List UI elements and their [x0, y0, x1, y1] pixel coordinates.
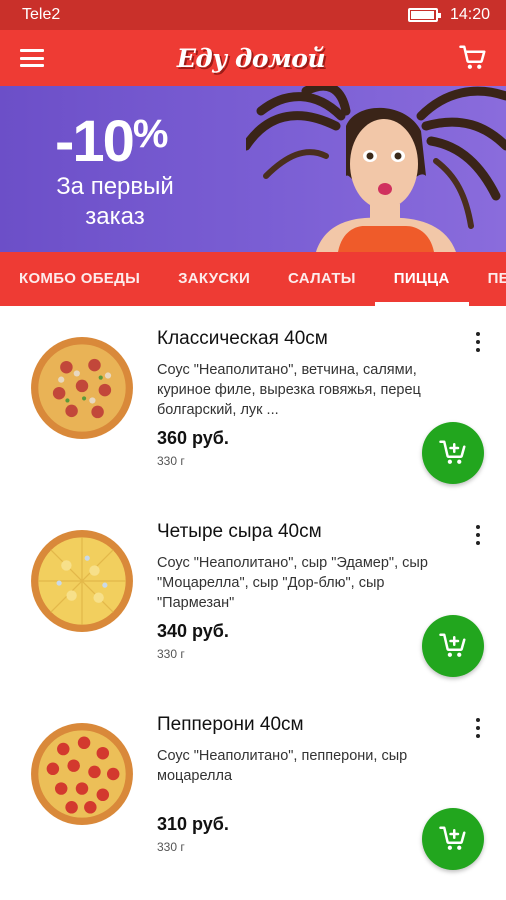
hamburger-menu-icon[interactable] [20, 49, 44, 67]
pizza-pepperoni-image [31, 723, 133, 825]
product-price: 360 руб. [157, 428, 229, 448]
app-logo[interactable]: Еду домой [177, 44, 326, 73]
add-to-cart-icon [439, 826, 466, 850]
pizza-four-cheese-image [31, 530, 133, 632]
more-options-icon[interactable] [472, 330, 484, 354]
carrier-label: Tele2 [22, 6, 61, 23]
shopping-cart-icon[interactable] [458, 43, 488, 73]
clock: 14:20 [449, 6, 490, 23]
promo-text: За первый заказ [56, 173, 174, 230]
add-to-cart-button[interactable] [422, 615, 484, 677]
category-tabs: КОМБО ОБЕДЫ ЗАКУСКИ САЛАТЫ ПИЦЦА ПЕ [0, 252, 506, 306]
product-weight: 330 г [157, 454, 185, 468]
status-bar: Tele2 14:20 [0, 0, 506, 30]
product-description: Соус "Неаполитано", ветчина, салями, кур… [157, 362, 421, 418]
product-price: 310 руб. [157, 814, 229, 834]
product-card[interactable]: Четыре сыра 40см Соус "Неаполитано", сыр… [0, 499, 506, 692]
more-options-icon[interactable] [472, 716, 484, 740]
battery-icon [407, 8, 441, 22]
pizza-classic-image [31, 337, 133, 439]
product-name: Классическая 40см [157, 328, 328, 349]
product-price: 340 руб. [157, 621, 229, 641]
promo-discount: -10% [55, 109, 169, 174]
product-name: Пепперони 40см [157, 714, 304, 735]
product-list: Классическая 40см Соус "Неаполитано", ве… [0, 306, 506, 885]
add-to-cart-icon [439, 440, 466, 464]
product-description: Соус "Неаполитано", пепперони, сыр моцар… [157, 748, 408, 784]
product-name: Четыре сыра 40см [157, 521, 322, 542]
add-to-cart-button[interactable] [422, 422, 484, 484]
product-weight: 330 г [157, 647, 185, 661]
promo-banner[interactable]: -10% За первый заказ [0, 86, 506, 252]
product-weight: 330 г [157, 840, 185, 854]
tab-pizza[interactable]: ПИЦЦА [374, 252, 469, 306]
more-options-icon[interactable] [472, 523, 484, 547]
tab-combo[interactable]: КОМБО ОБЕДЫ [0, 252, 159, 306]
product-card[interactable]: Пепперони 40см Соус "Неаполитано", пеппе… [0, 692, 506, 885]
banner-woman-photo [246, 86, 506, 252]
status-right: 14:20 [407, 6, 490, 24]
add-to-cart-button[interactable] [422, 808, 484, 870]
product-description: Соус "Неаполитано", сыр "Эдамер", сыр "М… [157, 555, 428, 611]
tab-next[interactable]: ПЕ [469, 252, 506, 306]
app-bar: Еду домой [0, 30, 506, 86]
tab-snacks[interactable]: ЗАКУСКИ [159, 252, 269, 306]
tab-salads[interactable]: САЛАТЫ [269, 252, 375, 306]
add-to-cart-icon [439, 633, 466, 657]
product-card[interactable]: Классическая 40см Соус "Неаполитано", ве… [0, 306, 506, 499]
